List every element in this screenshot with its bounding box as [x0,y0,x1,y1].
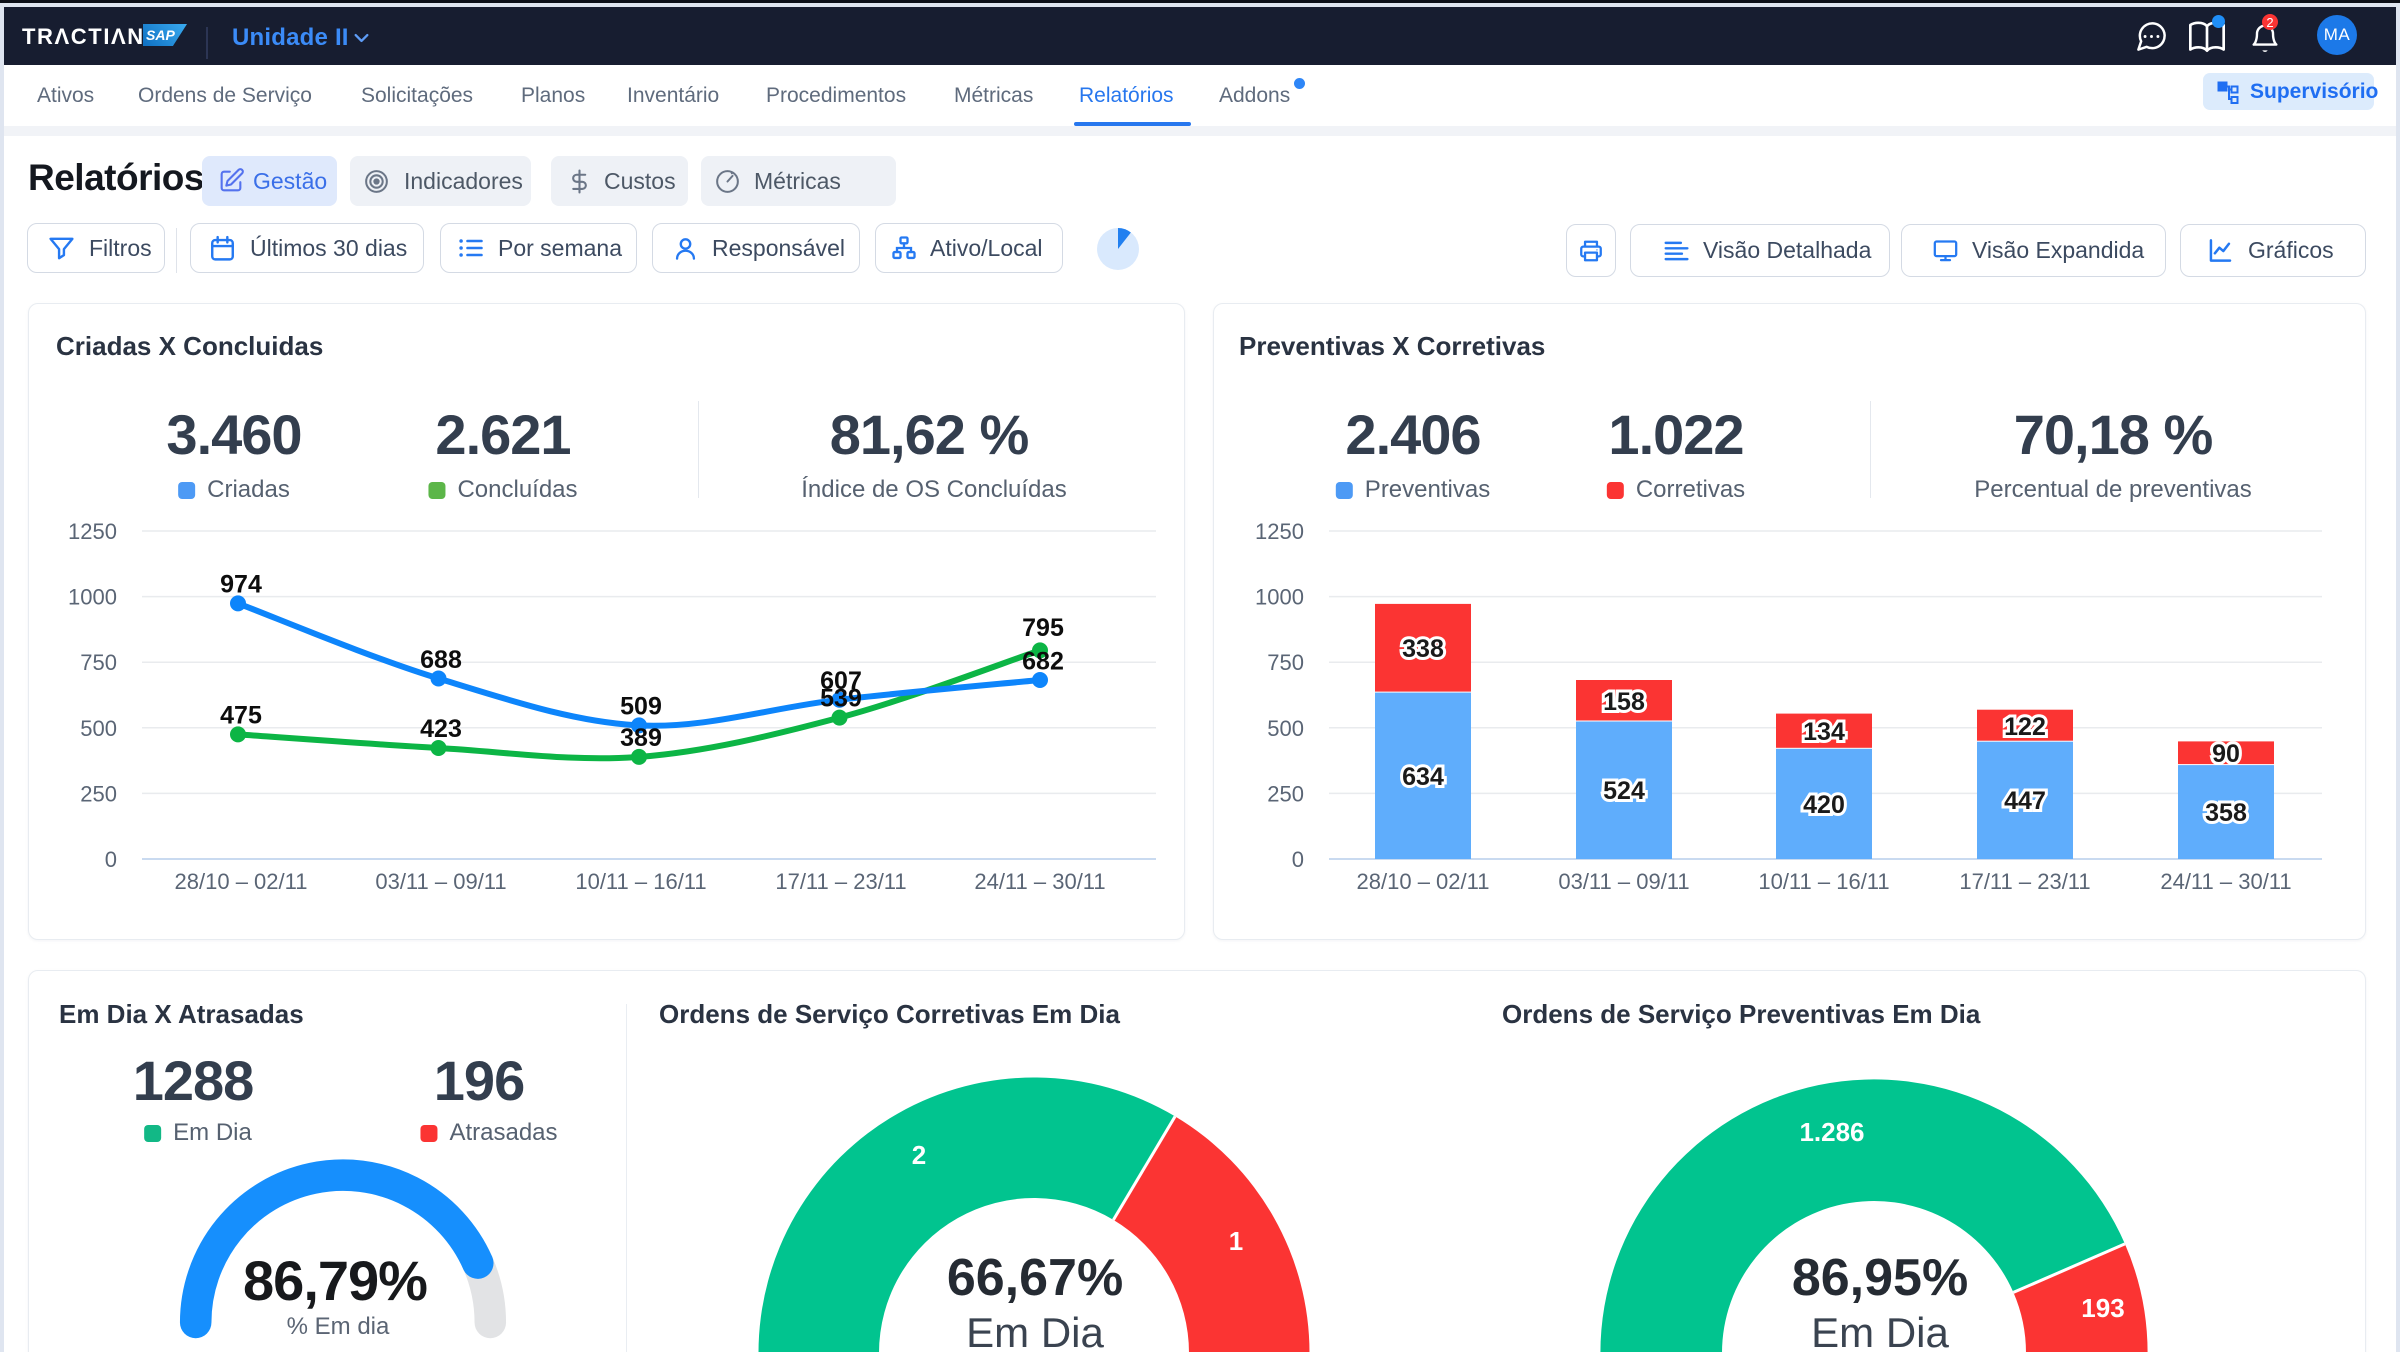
svg-text:475: 475 [220,702,262,730]
svg-text:974: 974 [220,571,262,599]
svg-text:28/10 – 02/11: 28/10 – 02/11 [1357,869,1490,894]
svg-text:1250: 1250 [68,519,117,544]
svg-text:682: 682 [1022,648,1064,676]
svg-text:389: 389 [620,724,662,752]
svg-text:509: 509 [620,693,662,721]
svg-text:500: 500 [80,716,117,741]
svg-text:24/11 – 30/11: 24/11 – 30/11 [2160,869,2291,894]
svg-text:1: 1 [1229,1226,1243,1256]
svg-text:250: 250 [80,781,117,806]
svg-text:158: 158 [1603,688,1645,716]
svg-text:1250: 1250 [1255,519,1304,544]
svg-text:1000: 1000 [68,585,117,610]
svg-text:17/11 – 23/11: 17/11 – 23/11 [775,869,906,894]
svg-text:250: 250 [1267,781,1304,806]
svg-text:0: 0 [105,847,117,872]
svg-text:1.286: 1.286 [1799,1117,1864,1147]
svg-text:03/11 – 09/11: 03/11 – 09/11 [375,869,506,894]
svg-text:420: 420 [1803,791,1845,819]
svg-text:795: 795 [1022,614,1064,642]
svg-text:90: 90 [2212,740,2240,768]
svg-text:0: 0 [1292,847,1304,872]
svg-text:358: 358 [2205,799,2247,827]
svg-text:28/10 – 02/11: 28/10 – 02/11 [175,869,308,894]
svg-text:2: 2 [912,1140,926,1170]
svg-text:447: 447 [2004,787,2046,815]
svg-text:1000: 1000 [1255,585,1304,610]
svg-text:634: 634 [1402,763,1444,791]
svg-text:122: 122 [2004,713,2046,741]
svg-text:193: 193 [2081,1293,2124,1323]
svg-text:24/11 – 30/11: 24/11 – 30/11 [974,869,1105,894]
svg-text:750: 750 [80,650,117,675]
svg-text:423: 423 [420,715,462,743]
svg-text:524: 524 [1603,777,1645,805]
svg-text:750: 750 [1267,650,1304,675]
svg-text:10/11 – 16/11: 10/11 – 16/11 [575,869,706,894]
svg-text:17/11 – 23/11: 17/11 – 23/11 [1959,869,2090,894]
svg-text:688: 688 [420,646,462,674]
svg-text:03/11 – 09/11: 03/11 – 09/11 [1558,869,1689,894]
svg-text:338: 338 [1402,635,1444,663]
svg-text:10/11 – 16/11: 10/11 – 16/11 [1758,869,1889,894]
svg-text:134: 134 [1803,718,1845,746]
svg-text:500: 500 [1267,716,1304,741]
svg-text:539: 539 [820,685,862,713]
